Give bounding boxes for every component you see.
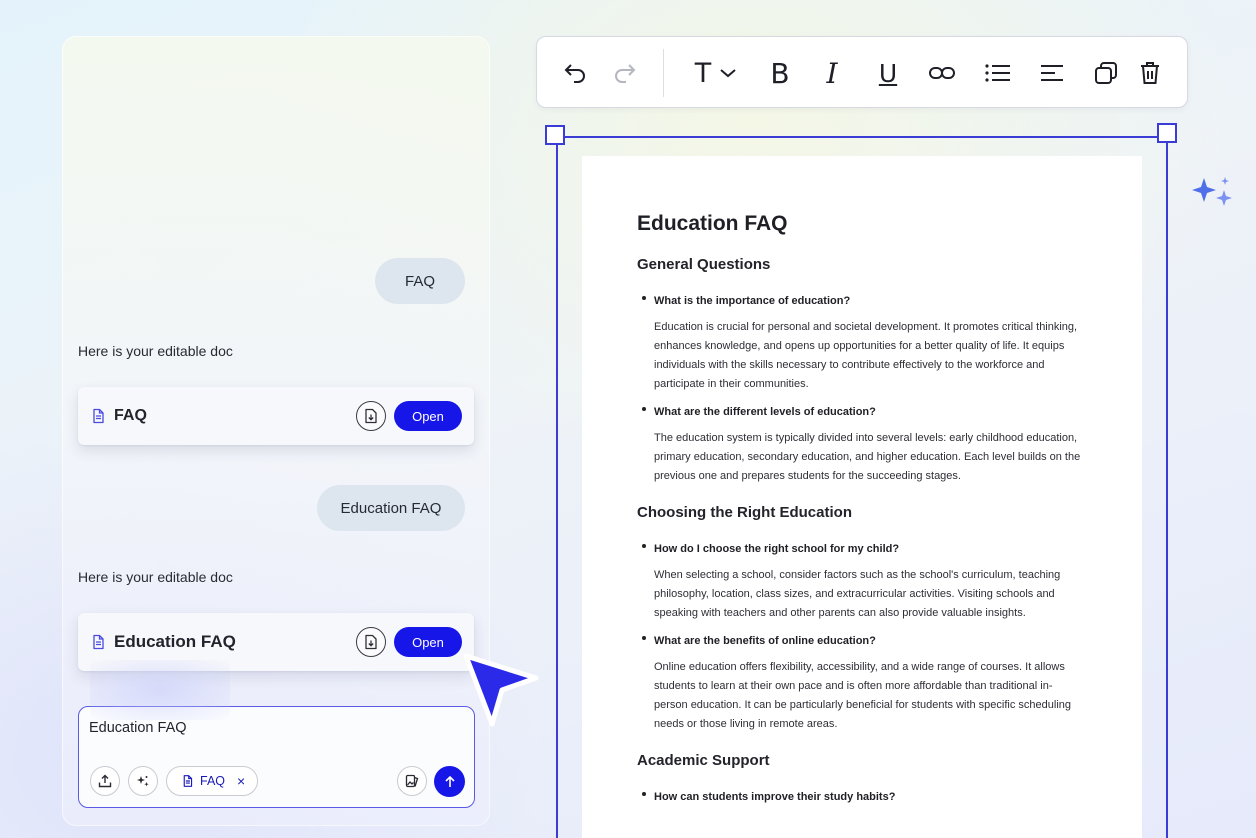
user-message-bubble: Education FAQ [317,485,465,531]
send-button[interactable] [434,766,465,797]
resize-handle-top-left[interactable] [545,125,565,145]
faq-answer: Education is crucial for personal and so… [654,321,1078,390]
section-heading: General Questions [637,256,771,273]
download-icon [365,634,377,650]
sparkle-icon [137,776,149,787]
upload-icon [98,774,112,788]
assistant-message-text: Here is your editable doc [78,343,233,359]
user-message-text: FAQ [404,272,435,290]
italic-icon[interactable]: I [817,57,847,90]
gallery-icon [405,774,419,788]
faq-question: What is the importance of education? [637,291,1086,309]
ai-magic-button[interactable] [128,766,158,796]
sparkle-icon [1192,177,1232,206]
user-message-bubble: FAQ [375,258,465,304]
image-gallery-button[interactable] [397,766,427,796]
text-style-icon: T [694,57,712,89]
section-heading: Academic Support [637,752,770,769]
remove-attachment-icon[interactable]: × [237,774,245,788]
bold-icon[interactable]: B [765,57,795,90]
text-style-dropdown[interactable]: T [687,59,745,87]
resize-handle-top-right[interactable] [1157,123,1177,143]
question-text: What are the benefits of online educatio… [654,635,876,647]
message-composer[interactable]: Education FAQ FAQ × [78,706,475,808]
attachment-chip-label: FAQ [200,774,226,788]
composer-input[interactable]: Education FAQ [89,720,187,736]
faq-answer: When selecting a school, consider factor… [654,569,1061,619]
underline-icon[interactable]: U [873,59,903,88]
question-text: How can students improve their study hab… [654,791,896,803]
faq-answer: The education system is typically divide… [654,432,1081,482]
link-icon[interactable] [927,59,957,87]
document-icon [90,408,106,424]
faq-question: How can students improve their study hab… [637,787,1086,805]
doc-card-title: Education FAQ [114,632,236,651]
doc-card-title: FAQ [114,407,147,424]
pointer-cursor-icon [463,653,539,727]
duplicate-icon[interactable] [1091,59,1121,87]
doc-card: FAQ Open [78,387,474,445]
attachment-chip[interactable]: FAQ × [166,766,258,796]
arrow-up-icon [444,775,455,787]
document-page[interactable]: Education FAQ General Questions What is … [582,156,1142,838]
question-text: What is the importance of education? [654,295,851,307]
user-message-text: Education FAQ [340,499,442,517]
question-text: How do I choose the right school for my … [654,543,900,555]
redo-icon[interactable] [609,59,639,87]
formatting-toolbar: T B I U [536,36,1188,108]
document-icon [90,634,106,650]
delete-icon[interactable] [1135,59,1165,87]
question-text: What are the different levels of educati… [654,406,876,418]
faq-question: How do I choose the right school for my … [637,539,1086,557]
upload-button[interactable] [90,766,120,796]
document-title: Education FAQ [637,212,788,235]
chat-panel: FAQ Here is your editable doc FAQ Open E… [62,36,490,826]
download-button[interactable] [356,627,386,657]
download-icon [365,408,377,424]
bullet-list-icon[interactable] [983,59,1013,87]
document-icon [183,775,193,787]
section-heading: Choosing the Right Education [637,504,852,521]
assistant-message-text: Here is your editable doc [78,569,233,585]
faq-question: What are the benefits of online educatio… [637,631,1086,649]
open-button[interactable]: Open [394,627,462,657]
toolbar-divider [663,49,664,97]
download-button[interactable] [356,401,386,431]
doc-card: Education FAQ Open [78,613,474,671]
faq-answer: Online education offers flexibility, acc… [654,661,1072,730]
faq-question: What are the different levels of educati… [637,402,1086,420]
chevron-down-icon [720,69,736,78]
open-button[interactable]: Open [394,401,462,431]
align-left-icon[interactable] [1037,59,1067,87]
undo-icon[interactable] [561,59,591,87]
